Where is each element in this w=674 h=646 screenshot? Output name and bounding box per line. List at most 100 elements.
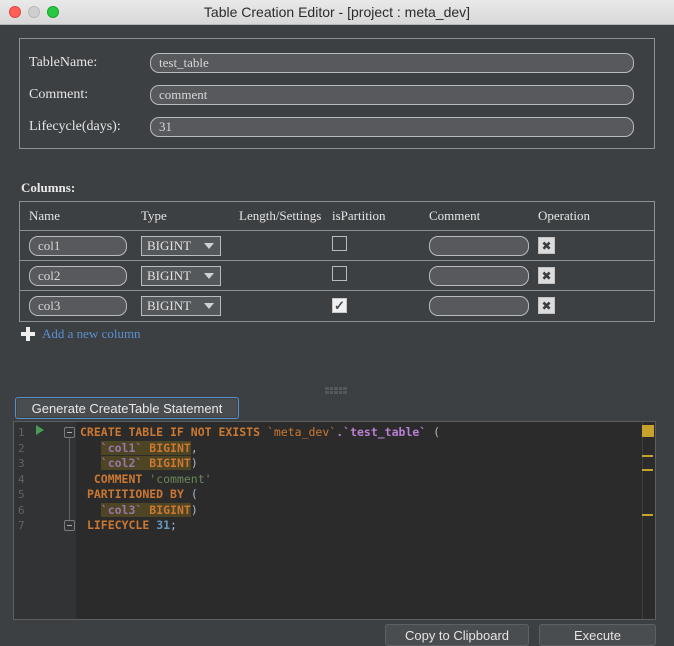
- editor-marker-square[interactable]: [642, 425, 654, 437]
- editor-code-area[interactable]: CREATE TABLE IF NOT EXISTS `meta_dev`.`t…: [76, 422, 655, 619]
- column-type-select-1[interactable]: BIGINT: [141, 266, 221, 286]
- form-row-tablename: TableName: test_table: [20, 52, 654, 74]
- column-comment-input-1[interactable]: [429, 266, 529, 286]
- window-titlebar: Table Creation Editor - [project : meta_…: [0, 0, 674, 25]
- cell-comment: [420, 231, 529, 261]
- header-operation: Operation: [529, 202, 654, 231]
- header-length-settings: Length/Settings: [230, 202, 323, 231]
- columns-table: Name Type Length/Settings isPartition Co…: [19, 201, 655, 322]
- table-row: col3 BIGINT: [20, 291, 654, 321]
- column-name-input-0[interactable]: col1: [29, 236, 127, 256]
- line-number: 7: [14, 518, 63, 534]
- add-column-row[interactable]: Add a new column: [21, 326, 141, 342]
- tablename-input[interactable]: test_table: [150, 53, 634, 73]
- cell-ispartition: [323, 231, 420, 261]
- table-row: col1 BIGINT: [20, 231, 654, 261]
- cell-operation: ✖: [529, 231, 654, 261]
- minimize-window-button[interactable]: [28, 6, 40, 18]
- line-number: 4: [14, 472, 63, 488]
- column-type-value-2: BIGINT: [147, 298, 191, 314]
- editor-line-number-gutter: 1 2 3 4 5 6 7: [14, 422, 63, 619]
- window-title: Table Creation Editor - [project : meta_…: [0, 4, 674, 20]
- footer-button-bar: Copy to Clipboard Execute: [0, 624, 674, 646]
- fold-minus-icon[interactable]: [64, 520, 75, 531]
- maximize-window-button[interactable]: [47, 6, 59, 18]
- line-number: 5: [14, 487, 63, 503]
- columns-table-header-row: Name Type Length/Settings isPartition Co…: [20, 202, 654, 231]
- chevron-down-icon: [204, 303, 214, 309]
- line-number: 2: [14, 441, 63, 457]
- code-line-2: `col1` BIGINT,: [80, 441, 198, 455]
- column-type-value-1: BIGINT: [147, 268, 191, 284]
- code-line-6: `col3` BIGINT): [80, 503, 198, 517]
- ispartition-checkbox-0[interactable]: [332, 236, 347, 251]
- fold-minus-icon[interactable]: [64, 427, 75, 438]
- delete-column-button-0[interactable]: ✖: [538, 237, 555, 254]
- cell-length: [230, 231, 323, 261]
- cell-type: BIGINT: [132, 261, 230, 291]
- editor-marker-bar[interactable]: [642, 422, 655, 619]
- cell-comment: [420, 291, 529, 321]
- close-window-button[interactable]: [9, 6, 21, 18]
- form-row-comment: Comment: comment: [20, 84, 654, 106]
- column-name-input-1[interactable]: col2: [29, 266, 127, 286]
- editor-marker-line[interactable]: [642, 469, 653, 471]
- line-number: 6: [14, 503, 63, 519]
- comment-input[interactable]: comment: [150, 85, 634, 105]
- editor-fold-gutter: [63, 422, 76, 619]
- execute-button[interactable]: Execute: [539, 624, 656, 646]
- ispartition-checkbox-1[interactable]: [332, 266, 347, 281]
- main-content: TableName: test_table Comment: comment L…: [0, 25, 674, 646]
- editor-marker-line[interactable]: [642, 514, 653, 516]
- generate-createtable-statement-button[interactable]: Generate CreateTable Statement: [15, 397, 239, 419]
- delete-column-button-2[interactable]: ✖: [538, 297, 555, 314]
- form-row-lifecycle: Lifecycle(days): 31: [20, 116, 654, 138]
- code-line-5: PARTITIONED BY (: [80, 487, 198, 501]
- traffic-lights: [9, 0, 59, 24]
- columns-section-label: Columns:: [21, 180, 75, 196]
- column-type-select-0[interactable]: BIGINT: [141, 236, 221, 256]
- editor-marker-line[interactable]: [642, 455, 653, 457]
- header-comment: Comment: [420, 202, 529, 231]
- code-line-1: CREATE TABLE IF NOT EXISTS `meta_dev`.`t…: [80, 425, 440, 439]
- cell-type: BIGINT: [132, 291, 230, 321]
- copy-to-clipboard-button[interactable]: Copy to Clipboard: [385, 624, 529, 646]
- ispartition-checkbox-2[interactable]: [332, 298, 347, 313]
- line-number: 3: [14, 456, 63, 472]
- line-number: 1: [14, 425, 63, 441]
- cell-name: col3: [20, 291, 132, 321]
- cell-ispartition: [323, 261, 420, 291]
- cell-name: col1: [20, 231, 132, 261]
- table-properties-panel: TableName: test_table Comment: comment L…: [19, 38, 655, 149]
- sql-code-editor[interactable]: 1 2 3 4 5 6 7 CREATE TABLE IF NOT EXISTS…: [13, 421, 656, 620]
- code-line-3: `col2` BIGINT): [80, 456, 198, 470]
- table-row: col2 BIGINT: [20, 261, 654, 291]
- column-name-input-2[interactable]: col3: [29, 296, 127, 316]
- column-type-select-2[interactable]: BIGINT: [141, 296, 221, 316]
- header-name: Name: [20, 202, 132, 231]
- cell-operation: ✖: [529, 261, 654, 291]
- splitter-grip[interactable]: [325, 387, 347, 394]
- header-ispartition: isPartition: [323, 202, 420, 231]
- cell-comment: [420, 261, 529, 291]
- lifecycle-label: Lifecycle(days):: [20, 119, 150, 135]
- cell-operation: ✖: [529, 291, 654, 321]
- lifecycle-input[interactable]: 31: [150, 117, 634, 137]
- comment-label: Comment:: [20, 87, 150, 103]
- cell-length: [230, 291, 323, 321]
- plus-icon: [21, 327, 35, 341]
- cell-type: BIGINT: [132, 231, 230, 261]
- cell-ispartition: [323, 291, 420, 321]
- chevron-down-icon: [204, 243, 214, 249]
- code-line-7: LIFECYCLE 31;: [80, 518, 177, 532]
- header-type: Type: [132, 202, 230, 231]
- fold-connector-line: [69, 433, 70, 527]
- column-comment-input-0[interactable]: [429, 236, 529, 256]
- add-new-column-link[interactable]: Add a new column: [42, 326, 141, 342]
- chevron-down-icon: [204, 273, 214, 279]
- delete-column-button-1[interactable]: ✖: [538, 267, 555, 284]
- cell-name: col2: [20, 261, 132, 291]
- column-comment-input-2[interactable]: [429, 296, 529, 316]
- tablename-label: TableName:: [20, 55, 150, 71]
- column-type-value-0: BIGINT: [147, 238, 191, 254]
